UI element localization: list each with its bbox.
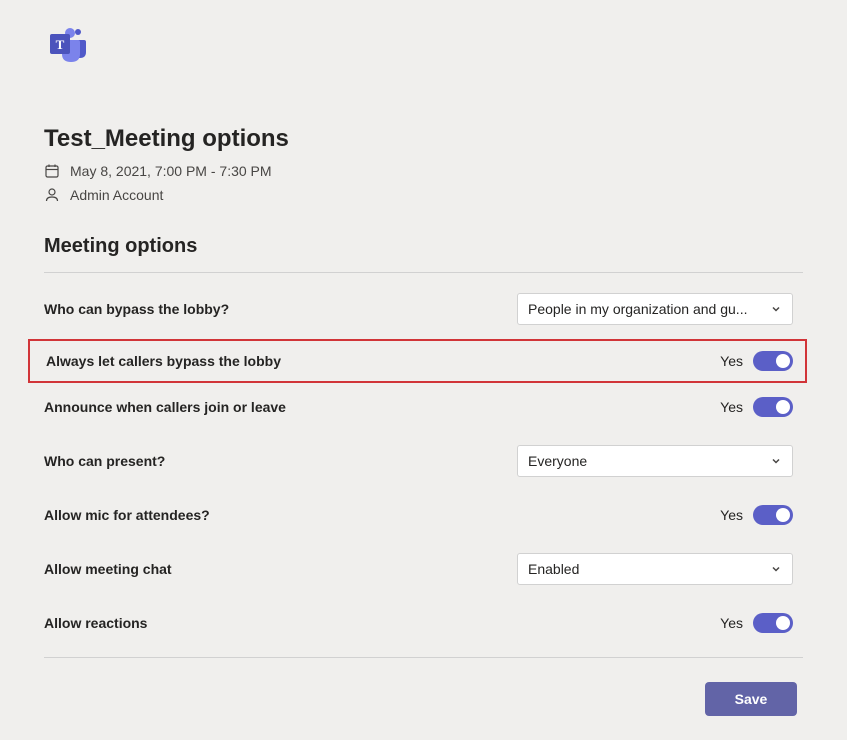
calendar-icon bbox=[44, 163, 60, 179]
page-title: Test_Meeting options bbox=[44, 125, 803, 153]
option-label-bypass-lobby: Who can bypass the lobby? bbox=[44, 301, 229, 317]
meeting-organizer-row: Admin Account bbox=[44, 187, 803, 203]
meeting-datetime-row: May 8, 2021, 7:00 PM - 7:30 PM bbox=[44, 163, 803, 179]
section-title: Meeting options bbox=[44, 235, 803, 258]
teams-logo: T bbox=[44, 24, 803, 69]
select-value: Enabled bbox=[528, 561, 579, 577]
option-label-announce: Announce when callers join or leave bbox=[44, 399, 286, 415]
select-who-present[interactable]: Everyone bbox=[517, 445, 793, 477]
footer-divider bbox=[44, 657, 803, 658]
toggle-allow-mic[interactable] bbox=[753, 505, 793, 525]
option-label-meeting-chat: Allow meeting chat bbox=[44, 561, 172, 577]
option-who-present: Who can present? Everyone bbox=[44, 431, 803, 491]
toggle-value-reactions: Yes bbox=[720, 615, 743, 631]
toggle-value-allow-mic: Yes bbox=[720, 507, 743, 523]
toggle-value-always-bypass: Yes bbox=[720, 353, 743, 369]
toggle-reactions[interactable] bbox=[753, 613, 793, 633]
option-allow-mic: Allow mic for attendees? Yes bbox=[44, 491, 803, 539]
toggle-value-announce: Yes bbox=[720, 399, 743, 415]
select-value: Everyone bbox=[528, 453, 587, 469]
chevron-down-icon bbox=[770, 303, 782, 315]
option-label-reactions: Allow reactions bbox=[44, 615, 147, 631]
option-label-always-bypass: Always let callers bypass the lobby bbox=[46, 353, 281, 369]
option-label-allow-mic: Allow mic for attendees? bbox=[44, 507, 210, 523]
option-always-bypass: Always let callers bypass the lobby Yes bbox=[28, 339, 807, 383]
chevron-down-icon bbox=[770, 563, 782, 575]
option-bypass-lobby: Who can bypass the lobby? People in my o… bbox=[44, 279, 803, 339]
save-button[interactable]: Save bbox=[705, 682, 797, 716]
meeting-organizer: Admin Account bbox=[70, 187, 163, 203]
option-meeting-chat: Allow meeting chat Enabled bbox=[44, 539, 803, 599]
select-value: People in my organization and gu... bbox=[528, 301, 747, 317]
person-icon bbox=[44, 187, 60, 203]
meeting-datetime: May 8, 2021, 7:00 PM - 7:30 PM bbox=[70, 163, 272, 179]
chevron-down-icon bbox=[770, 455, 782, 467]
select-bypass-lobby[interactable]: People in my organization and gu... bbox=[517, 293, 793, 325]
select-meeting-chat[interactable]: Enabled bbox=[517, 553, 793, 585]
svg-text:T: T bbox=[56, 37, 65, 52]
option-label-who-present: Who can present? bbox=[44, 453, 165, 469]
toggle-always-bypass[interactable] bbox=[753, 351, 793, 371]
option-reactions: Allow reactions Yes bbox=[44, 599, 803, 647]
toggle-announce[interactable] bbox=[753, 397, 793, 417]
option-announce: Announce when callers join or leave Yes bbox=[44, 383, 803, 431]
section-divider bbox=[44, 272, 803, 273]
